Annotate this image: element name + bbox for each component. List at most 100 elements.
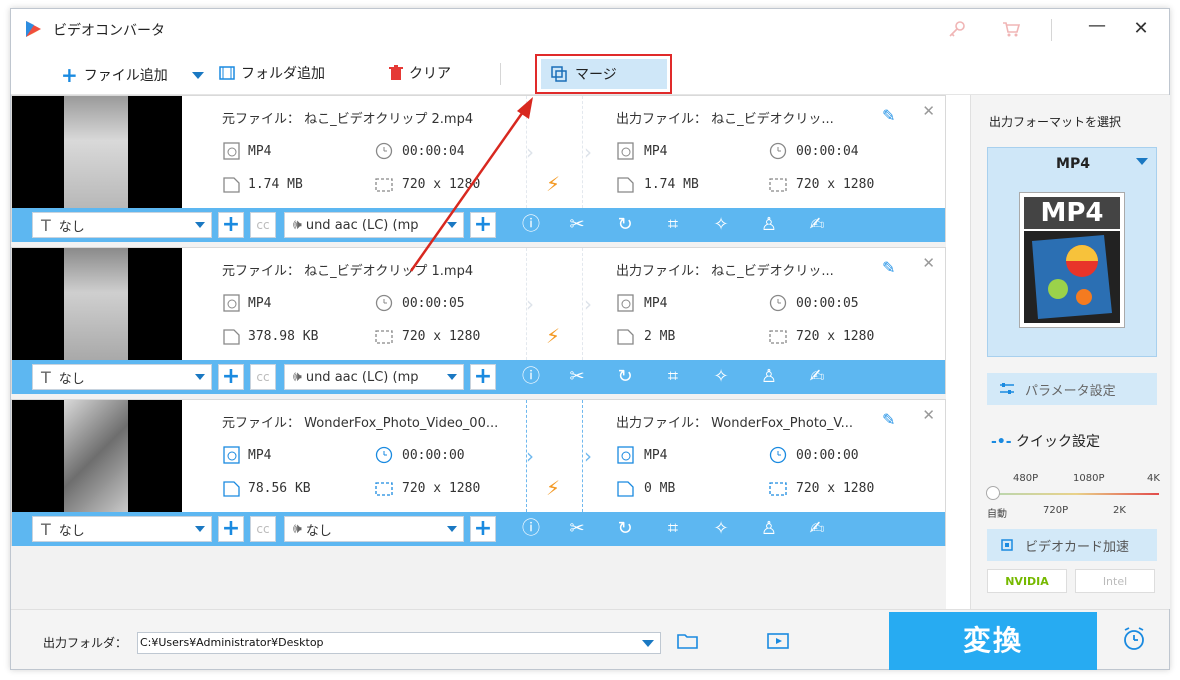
output-folder-input[interactable]: C:¥Users¥Administrator¥Desktop [137,632,661,654]
thumbnail-image [64,400,128,512]
film-balloon-icon [1024,231,1120,323]
file-card[interactable]: 元ファイル： WonderFox_Photo_Video_00... 出力ファイ… [11,399,946,546]
effects-wand-icon[interactable]: ✧ [710,518,732,540]
trash-icon [389,65,403,80]
quality-slider[interactable] [993,493,1159,495]
add-file-button[interactable]: + ファイル追加 [61,63,168,87]
crop-icon[interactable]: ⌗ [662,366,684,388]
subtitle-value: なし [58,523,85,539]
edit-metadata-icon[interactable]: ✍ [806,214,828,236]
resolution-icon [769,330,787,344]
add-audio-button[interactable]: + [470,212,496,238]
alarm-clock-icon[interactable] [1121,626,1147,652]
edit-output-name-icon[interactable]: ✎ [882,106,895,125]
edit-metadata-icon[interactable]: ✍ [806,518,828,540]
format-selector[interactable]: MP4 MP4 [987,147,1157,357]
rotate-icon[interactable]: ↻ [614,366,636,388]
divider-right [582,400,583,512]
chevron-right-icon: › [584,444,592,468]
gpu-acceleration-button[interactable]: ビデオカード加速 [987,529,1157,561]
add-file-dropdown-icon[interactable] [192,72,204,79]
add-audio-button[interactable]: + [470,516,496,542]
file-tools-bar: T なし + cc 🕪 und aac (LC) (mp + ⓘ ✂ ↻ ⌗ ✧… [12,208,945,242]
key-icon[interactable] [947,19,967,39]
add-folder-button[interactable]: フォルダ追加 [219,63,325,83]
close-window-button[interactable]: ✕ [1131,18,1151,39]
watermark-stamp-icon[interactable]: ♙ [758,518,780,540]
output-file-name: 出力ファイル： ねこ_ビデオクリッ... [616,112,834,127]
app-window: ビデオコンバータ — ✕ + ファイル追加 フォルダ追加 クリア マージ 元ファ… [10,8,1170,670]
text-t-icon: T [41,215,51,235]
subtitle-select[interactable]: T なし [32,516,212,542]
add-subtitle-button[interactable]: + [218,516,244,542]
effects-wand-icon[interactable]: ✧ [710,214,732,236]
text-t-icon: T [41,367,51,387]
info-icon[interactable]: ⓘ [520,214,542,236]
subtitle-select[interactable]: T なし [32,364,212,390]
clear-button[interactable]: クリア [389,63,451,83]
add-folder-label: フォルダ追加 [241,66,325,82]
file-card[interactable]: 元ファイル： ねこ_ビデオクリップ 2.mp4 出力ファイル： ねこ_ビデオクリ… [11,95,946,242]
video-thumbnail[interactable] [12,400,182,512]
nvidia-badge[interactable]: NVIDIA [987,569,1067,593]
scissors-icon[interactable]: ✂ [566,518,588,540]
add-audio-button[interactable]: + [470,364,496,390]
cc-settings-button[interactable]: cc [250,516,276,542]
audio-track-select[interactable]: 🕪 und aac (LC) (mp [284,212,464,238]
info-icon[interactable]: ⓘ [520,366,542,388]
edit-metadata-icon[interactable]: ✍ [806,366,828,388]
clock-icon [375,142,393,160]
remove-file-button[interactable]: ✕ [922,406,935,424]
edit-output-name-icon[interactable]: ✎ [882,258,895,277]
cart-icon[interactable] [1001,19,1021,39]
watermark-stamp-icon[interactable]: ♙ [758,214,780,236]
file-size-icon [617,329,634,345]
video-format-icon [617,294,634,312]
cc-settings-button[interactable]: cc [250,212,276,238]
video-folder-icon[interactable] [767,632,789,650]
parameter-settings-button[interactable]: パラメータ設定 [987,373,1157,405]
chip-icon [1001,539,1013,551]
watermark-stamp-icon[interactable]: ♙ [758,366,780,388]
scissors-icon[interactable]: ✂ [566,366,588,388]
output-folder-dropdown-icon[interactable] [642,640,654,647]
minimize-button[interactable]: — [1087,15,1107,36]
mp4-format-icon: MP4 [1019,192,1125,328]
audio-track-select[interactable]: 🕪 und aac (LC) (mp [284,364,464,390]
crop-icon[interactable]: ⌗ [662,518,684,540]
quality-slider-handle[interactable] [986,486,1000,500]
effects-wand-icon[interactable]: ✧ [710,366,732,388]
cc-settings-button[interactable]: cc [250,364,276,390]
scissors-icon[interactable]: ✂ [566,214,588,236]
intel-badge[interactable]: Intel [1075,569,1155,593]
edit-output-name-icon[interactable]: ✎ [882,410,895,429]
file-size-icon [617,177,634,193]
app-logo-icon [26,21,41,37]
info-icon[interactable]: ⓘ [520,518,542,540]
crop-icon[interactable]: ⌗ [662,214,684,236]
video-thumbnail[interactable] [12,248,182,360]
clear-label: クリア [409,66,451,82]
audio-track-select[interactable]: 🕪 なし [284,516,464,542]
rotate-icon[interactable]: ↻ [614,518,636,540]
lightning-icon: ⚡ [546,172,561,196]
add-subtitle-button[interactable]: + [218,212,244,238]
convert-button[interactable]: 変換 [889,612,1097,670]
remove-file-button[interactable]: ✕ [922,102,935,120]
clock-icon [769,446,787,464]
remove-file-button[interactable]: ✕ [922,254,935,272]
open-folder-icon[interactable] [677,632,699,650]
format-dropdown-icon[interactable] [1136,158,1148,165]
output-format: MP4 [644,144,668,159]
parameter-settings-label: パラメータ設定 [1025,383,1116,399]
dropdown-arrow-icon [447,222,457,228]
add-subtitle-button[interactable]: + [218,364,244,390]
rotate-icon[interactable]: ↻ [614,214,636,236]
subtitle-select[interactable]: T なし [32,212,212,238]
file-card[interactable]: 元ファイル： ねこ_ビデオクリップ 1.mp4 出力ファイル： ねこ_ビデオクリ… [11,247,946,394]
video-thumbnail[interactable] [12,96,182,208]
source-format: MP4 [248,448,272,463]
merge-button[interactable]: マージ [541,59,667,89]
video-format-icon [223,142,240,160]
chevron-right-icon: › [526,140,534,164]
